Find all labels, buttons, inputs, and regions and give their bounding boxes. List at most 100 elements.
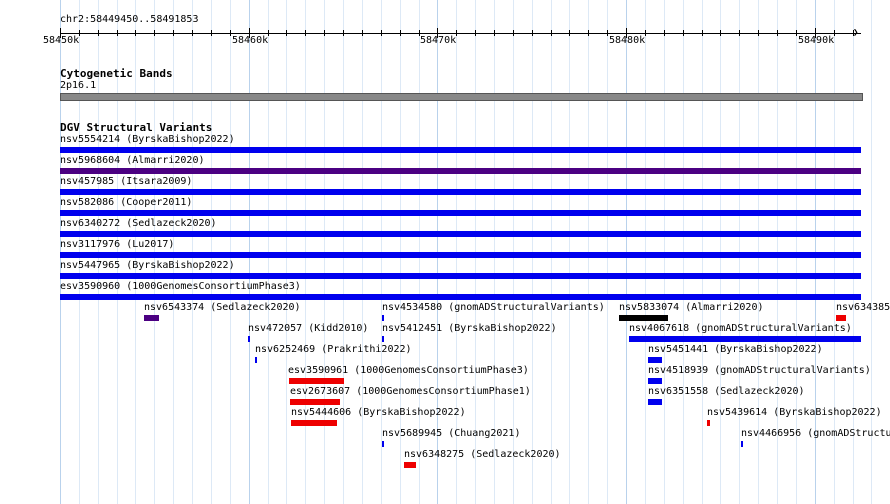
ruler-tick-label: 58470k [420, 35, 457, 46]
ruler-minor-tick [683, 30, 684, 36]
ruler-minor-tick [324, 30, 325, 36]
dgv-track-label: nsv5447965 (ByrskaBishop2022) [60, 260, 235, 271]
ruler-minor-tick [362, 30, 363, 36]
ruler-minor-tick [154, 30, 155, 36]
genome-browser-view: chr2:58449450..58491853 ❯ 58450k 58460k 58… [0, 0, 890, 504]
ruler-axis [60, 33, 861, 34]
ruler-minor-tick [400, 30, 401, 36]
ruler-minor-tick [569, 30, 570, 36]
ruler-minor-tick [456, 30, 457, 36]
ruler-minor-tick [834, 30, 835, 36]
dgv-feature-bar[interactable] [619, 315, 668, 321]
dgv-variant-bar[interactable] [60, 231, 861, 237]
dgv-feature-label: nsv634385 [836, 302, 890, 313]
dgv-feature-bar[interactable] [382, 315, 384, 321]
ruler-tick-label: 58450k [43, 35, 80, 46]
dgv-feature-label: esv3590961 (1000GenomesConsortiumPhase3) [288, 365, 529, 376]
dgv-feature-label: esv2673607 (1000GenomesConsortiumPhase1) [290, 386, 531, 397]
ruler-minor-tick [117, 30, 118, 36]
dgv-feature-label: nsv4518939 (gnomADStructuralVariants) [648, 365, 871, 376]
dgv-feature-bar[interactable] [404, 462, 416, 468]
ruler-minor-tick [645, 30, 646, 36]
ruler-minor-tick [796, 30, 797, 36]
ruler-minor-tick [286, 30, 287, 36]
dgv-feature-bar[interactable] [707, 420, 710, 426]
dgv-feature-label: nsv6351558 (Sedlazeck2020) [648, 386, 805, 397]
ruler-minor-tick [532, 30, 533, 36]
ruler-minor-tick [702, 30, 703, 36]
dgv-feature-label: nsv5412451 (ByrskaBishop2022) [382, 323, 557, 334]
dgv-variant-bar[interactable] [60, 252, 861, 258]
dgv-feature-bar[interactable] [648, 399, 662, 405]
ruler-minor-tick [494, 30, 495, 36]
dgv-variant-bar[interactable] [60, 189, 861, 195]
dgv-variant-bar[interactable] [60, 273, 861, 279]
dgv-track-title: DGV Structural Variants [60, 121, 213, 134]
dgv-feature-bar[interactable] [289, 378, 344, 384]
dgv-feature-label: nsv6252469 (Prakrithi2022) [255, 344, 412, 355]
ruler-minor-tick [588, 30, 589, 36]
dgv-track-label: nsv457985 (Itsara2009) [60, 176, 193, 187]
ruler-minor-tick [305, 30, 306, 36]
dgv-feature-bar[interactable] [741, 441, 743, 447]
ruler-minor-tick [79, 30, 80, 36]
dgv-track-label: nsv582086 (Cooper2011) [60, 197, 193, 208]
cytoband-bar[interactable] [60, 93, 863, 101]
dgv-feature-bar[interactable] [382, 336, 384, 342]
dgv-variant-bar[interactable] [60, 168, 861, 174]
ruler-minor-tick [513, 30, 514, 36]
ruler-minor-tick [135, 30, 136, 36]
dgv-feature-label: nsv6543374 (Sedlazeck2020) [144, 302, 301, 313]
dgv-feature-label: nsv4534580 (gnomADStructuralVariants) [382, 302, 605, 313]
ruler-tick-label: 58480k [609, 35, 646, 46]
ruler-minor-tick [173, 30, 174, 36]
ruler-minor-tick [230, 30, 231, 36]
dgv-feature-bar[interactable] [255, 357, 257, 363]
dgv-feature-label: nsv5439614 (ByrskaBishop2022) [707, 407, 882, 418]
dgv-feature-bar[interactable] [382, 441, 384, 447]
cytoband-label: 2p16.1 [60, 80, 97, 91]
dgv-feature-bar[interactable] [648, 378, 662, 384]
dgv-feature-bar[interactable] [291, 420, 337, 426]
dgv-feature-label: nsv4466956 (gnomADStructu [741, 428, 890, 439]
dgv-feature-bar[interactable] [648, 357, 662, 363]
dgv-track-label: nsv5968604 (Almarri2020) [60, 155, 205, 166]
dgv-feature-label: nsv6348275 (Sedlazeck2020) [404, 449, 561, 460]
dgv-feature-bar[interactable] [836, 315, 846, 321]
ruler-minor-tick [607, 30, 608, 36]
ruler-minor-tick [192, 30, 193, 36]
dgv-feature-label: nsv5444606 (ByrskaBishop2022) [291, 407, 466, 418]
dgv-feature-label: nsv5451441 (ByrskaBishop2022) [648, 344, 823, 355]
ruler-minor-tick [343, 30, 344, 36]
dgv-feature-label: nsv5833074 (Almarri2020) [619, 302, 764, 313]
dgv-variant-bar[interactable] [60, 210, 861, 216]
dgv-variant-bar[interactable] [60, 294, 861, 300]
range-label: chr2:58449450..58491853 [60, 14, 199, 25]
dgv-feature-bar[interactable] [248, 336, 250, 342]
ruler-tick-label: 58490k [798, 35, 835, 46]
ruler-minor-tick [664, 30, 665, 36]
dgv-track-label: nsv3117976 (Lu2017) [60, 239, 175, 250]
dgv-track-label: esv3590960 (1000GenomesConsortiumPhase3) [60, 281, 301, 292]
ruler-minor-tick [739, 30, 740, 36]
ruler-minor-tick [475, 30, 476, 36]
ruler-minor-tick [381, 30, 382, 36]
ruler-minor-tick [777, 30, 778, 36]
ruler-minor-tick [720, 30, 721, 36]
ruler-tick-label: 58460k [232, 35, 269, 46]
dgv-variant-bar[interactable] [60, 147, 861, 153]
dgv-feature-bar[interactable] [629, 336, 861, 342]
dgv-feature-bar[interactable] [144, 315, 159, 321]
dgv-feature-label: nsv472057 (Kidd2010) [248, 323, 369, 334]
ruler-minor-tick [758, 30, 759, 36]
ruler-minor-tick [853, 30, 854, 36]
ruler-minor-tick [268, 30, 269, 36]
cytoband-track-title: Cytogenetic Bands [60, 67, 173, 80]
dgv-track-label: nsv5554214 (ByrskaBishop2022) [60, 134, 235, 145]
dgv-feature-label: nsv5689945 (Chuang2021) [382, 428, 521, 439]
dgv-track-label: nsv6340272 (Sedlazeck2020) [60, 218, 217, 229]
ruler-minor-tick [98, 30, 99, 36]
dgv-feature-bar[interactable] [290, 399, 340, 405]
dgv-feature-label: nsv4067618 (gnomADStructuralVariants) [629, 323, 852, 334]
ruler-minor-tick [551, 30, 552, 36]
